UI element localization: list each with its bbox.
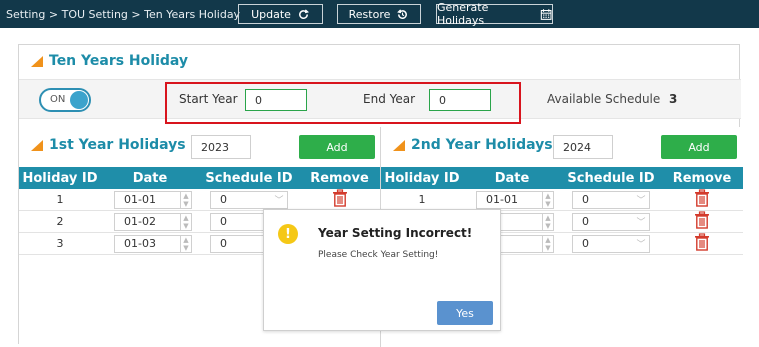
col-date: Date xyxy=(463,167,561,189)
col-remove: Remove xyxy=(661,167,743,189)
calendar-icon xyxy=(540,8,552,20)
year1-header: 1st Year Holidays xyxy=(31,137,186,153)
date-value: 01-01 xyxy=(124,193,156,206)
holiday-id: 3 xyxy=(19,232,101,255)
spin-icon[interactable]: ▲ ▼ xyxy=(542,214,553,230)
start-year-value: 0 xyxy=(255,93,262,107)
end-year-label: End Year xyxy=(363,92,416,106)
schedule-value: 0 xyxy=(582,237,589,250)
date-value: 01-01 xyxy=(486,193,518,206)
year2-year-value: 2024 xyxy=(563,140,591,154)
update-label: Update xyxy=(251,7,291,21)
triangle-icon xyxy=(31,139,43,151)
holiday-id: 1 xyxy=(19,189,101,211)
restore-button[interactable]: Restore xyxy=(337,4,421,24)
date-stepper[interactable]: 01-03 ▲ ▼ xyxy=(114,234,192,253)
spin-icon[interactable]: ▲ ▼ xyxy=(180,191,191,208)
available-schedule-value: 3 xyxy=(669,92,678,106)
error-dialog: ! Year Setting Incorrect! Please Check Y… xyxy=(263,209,501,331)
section-header: Ten Years Holiday xyxy=(31,53,188,69)
spin-icon[interactable]: ▲ ▼ xyxy=(180,235,191,252)
on-off-toggle[interactable]: ON xyxy=(39,88,91,112)
col-schedule-id: Schedule ID xyxy=(199,167,299,189)
dialog-title: Year Setting Incorrect! xyxy=(318,226,473,240)
trash-icon[interactable] xyxy=(694,189,710,210)
restore-icon xyxy=(397,8,408,19)
date-stepper[interactable]: 01-01 ▲ ▼ xyxy=(476,190,554,209)
spin-icon[interactable]: ▲ ▼ xyxy=(542,236,553,252)
schedule-select[interactable]: 0﹀ xyxy=(572,212,650,231)
holiday-id: 2 xyxy=(19,210,101,233)
start-year-input[interactable]: 0 xyxy=(245,89,307,111)
generate-label: Generate Holidays xyxy=(437,1,489,27)
triangle-icon xyxy=(393,139,405,151)
col-holiday-id: Holiday ID xyxy=(381,167,463,189)
trash-icon[interactable] xyxy=(694,233,710,254)
date-value: 01-03 xyxy=(124,237,156,250)
dialog-message: Please Check Year Setting! xyxy=(318,250,439,260)
schedule-value: 0 xyxy=(582,193,589,206)
schedule-value: 0 xyxy=(582,215,589,228)
toggle-knob xyxy=(70,91,88,109)
schedule-value: 0 xyxy=(220,193,227,206)
year2-add-button[interactable]: Add xyxy=(661,135,737,159)
end-year-input[interactable]: 0 xyxy=(429,89,491,111)
col-holiday-id: Holiday ID xyxy=(19,167,101,189)
start-year-label: Start Year xyxy=(179,92,238,106)
schedule-select[interactable]: 0﹀ xyxy=(572,190,650,209)
update-button[interactable]: Update xyxy=(238,4,323,24)
spin-icon[interactable]: ▲ ▼ xyxy=(180,213,191,230)
date-value: 01-02 xyxy=(124,215,156,228)
year2-year-input[interactable]: 2024 xyxy=(553,135,613,159)
settings-row: ON Start Year 0 End Year 0 Available Sch… xyxy=(19,79,741,124)
schedule-select[interactable]: 0﹀ xyxy=(210,190,288,209)
date-stepper[interactable]: 01-01 ▲ ▼ xyxy=(114,190,192,209)
schedule-select[interactable]: 0﹀ xyxy=(572,234,650,253)
chevron-down-icon: ﹀ xyxy=(274,196,284,206)
top-bar: Setting > TOU Setting > Ten Years Holida… xyxy=(0,0,759,28)
section-title: Ten Years Holiday xyxy=(49,53,189,69)
col-remove: Remove xyxy=(299,167,380,189)
toggle-label: ON xyxy=(50,94,66,105)
year2-title: 2nd Year Holidays xyxy=(411,137,553,153)
chevron-down-icon: ﹀ xyxy=(636,218,646,228)
year1-year-input[interactable]: 2023 xyxy=(191,135,251,159)
year1-title: 1st Year Holidays xyxy=(49,137,186,153)
generate-holidays-button[interactable]: Generate Holidays xyxy=(436,1,553,27)
year1-year-value: 2023 xyxy=(201,140,229,154)
breadcrumb: Setting > TOU Setting > Ten Years Holida… xyxy=(6,7,241,21)
table-row: 1 01-01 ▲ ▼ 0 ﹀ xyxy=(381,189,743,211)
col-schedule-id: Schedule ID xyxy=(561,167,661,189)
trash-icon[interactable] xyxy=(694,211,710,232)
warning-icon: ! xyxy=(278,224,298,244)
chevron-down-icon: ﹀ xyxy=(636,196,646,206)
triangle-icon xyxy=(31,55,43,67)
holiday-id: 1 xyxy=(381,189,463,211)
schedule-value: 0 xyxy=(220,237,227,250)
spin-icon[interactable]: ▲ ▼ xyxy=(542,191,553,208)
restore-label: Restore xyxy=(348,7,391,21)
available-schedule-label: Available Schedule xyxy=(547,92,661,106)
yes-button[interactable]: Yes xyxy=(437,301,493,325)
end-year-value: 0 xyxy=(439,93,446,107)
year1-add-button[interactable]: Add xyxy=(299,135,375,159)
col-date: Date xyxy=(101,167,199,189)
year2-header: 2nd Year Holidays xyxy=(393,137,553,153)
chevron-down-icon: ﹀ xyxy=(636,240,646,250)
refresh-icon xyxy=(299,8,309,19)
date-stepper[interactable]: 01-02 ▲ ▼ xyxy=(114,212,192,231)
schedule-value: 0 xyxy=(220,215,227,228)
table-row: 1 01-01 ▲ ▼ 0 ﹀ xyxy=(19,189,380,211)
